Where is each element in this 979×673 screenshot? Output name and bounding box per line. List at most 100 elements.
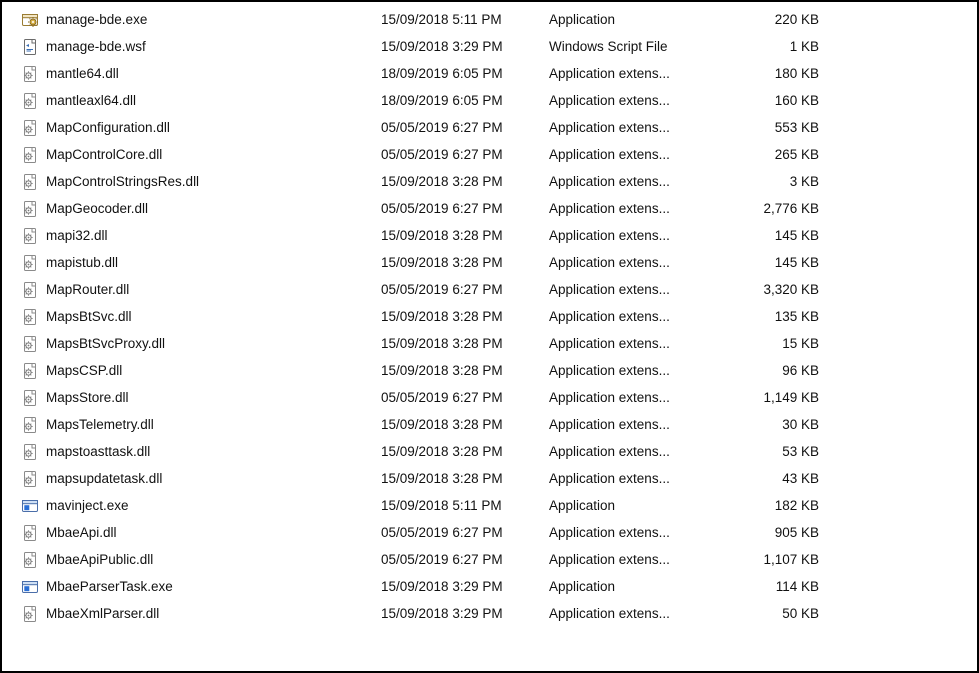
file-icon	[20, 92, 40, 110]
file-name[interactable]: MapsStore.dll	[40, 390, 381, 405]
file-type: Application extens...	[549, 174, 734, 189]
dll-file-icon	[22, 120, 38, 136]
file-icon	[20, 65, 40, 83]
dll-file-icon	[22, 606, 38, 622]
file-icon	[20, 551, 40, 569]
file-date-modified: 15/09/2018 3:28 PM	[381, 309, 549, 324]
file-row[interactable]: MapControlCore.dll05/05/2019 6:27 PMAppl…	[2, 141, 977, 168]
file-row[interactable]: mavinject.exe15/09/2018 5:11 PMApplicati…	[2, 492, 977, 519]
file-name[interactable]: manage-bde.wsf	[40, 39, 381, 54]
file-row[interactable]: MapsTelemetry.dll15/09/2018 3:28 PMAppli…	[2, 411, 977, 438]
file-name[interactable]: MapsCSP.dll	[40, 363, 381, 378]
file-name[interactable]: mapi32.dll	[40, 228, 381, 243]
file-name[interactable]: MapRouter.dll	[40, 282, 381, 297]
file-row[interactable]: mapi32.dll15/09/2018 3:28 PMApplication …	[2, 222, 977, 249]
file-name[interactable]: MbaeXmlParser.dll	[40, 606, 381, 621]
file-type: Application extens...	[549, 390, 734, 405]
file-icon	[20, 146, 40, 164]
file-row[interactable]: manage-bde.exe15/09/2018 5:11 PMApplicat…	[2, 6, 977, 33]
file-name[interactable]: MapsTelemetry.dll	[40, 417, 381, 432]
file-date-modified: 15/09/2018 3:28 PM	[381, 471, 549, 486]
dll-file-icon	[22, 228, 38, 244]
file-name[interactable]: MapsBtSvc.dll	[40, 309, 381, 324]
file-name[interactable]: MapConfiguration.dll	[40, 120, 381, 135]
file-name[interactable]: MapsBtSvcProxy.dll	[40, 336, 381, 351]
file-list-view[interactable]: manage-bde.exe15/09/2018 5:11 PMApplicat…	[0, 0, 979, 673]
file-size: 1,149 KB	[734, 390, 825, 405]
dll-file-icon	[22, 201, 38, 217]
file-type: Application extens...	[549, 336, 734, 351]
file-row[interactable]: MbaeApiPublic.dll05/05/2019 6:27 PMAppli…	[2, 546, 977, 573]
file-row[interactable]: MapConfiguration.dll05/05/2019 6:27 PMAp…	[2, 114, 977, 141]
file-size: 3,320 KB	[734, 282, 825, 297]
file-icon	[20, 335, 40, 353]
file-name[interactable]: MbaeApiPublic.dll	[40, 552, 381, 567]
file-date-modified: 05/05/2019 6:27 PM	[381, 525, 549, 540]
file-icon	[20, 389, 40, 407]
file-type: Application extens...	[549, 66, 734, 81]
file-date-modified: 15/09/2018 3:28 PM	[381, 363, 549, 378]
file-name[interactable]: mantle64.dll	[40, 66, 381, 81]
file-size: 145 KB	[734, 228, 825, 243]
file-icon	[20, 227, 40, 245]
file-name[interactable]: MbaeParserTask.exe	[40, 579, 381, 594]
file-row[interactable]: mantleaxl64.dll18/09/2019 6:05 PMApplica…	[2, 87, 977, 114]
file-icon	[20, 11, 40, 29]
file-type: Application extens...	[549, 444, 734, 459]
dll-file-icon	[22, 552, 38, 568]
file-row[interactable]: MapGeocoder.dll05/05/2019 6:27 PMApplica…	[2, 195, 977, 222]
file-size: 553 KB	[734, 120, 825, 135]
dll-file-icon	[22, 147, 38, 163]
file-name[interactable]: MapControlCore.dll	[40, 147, 381, 162]
file-date-modified: 05/05/2019 6:27 PM	[381, 147, 549, 162]
file-type: Application extens...	[549, 282, 734, 297]
dll-file-icon	[22, 66, 38, 82]
file-row[interactable]: MapsBtSvcProxy.dll15/09/2018 3:28 PMAppl…	[2, 330, 977, 357]
file-type: Application extens...	[549, 525, 734, 540]
file-date-modified: 15/09/2018 3:28 PM	[381, 444, 549, 459]
file-row[interactable]: MbaeApi.dll05/05/2019 6:27 PMApplication…	[2, 519, 977, 546]
file-row[interactable]: MapsCSP.dll15/09/2018 3:28 PMApplication…	[2, 357, 977, 384]
file-row[interactable]: MapControlStringsRes.dll15/09/2018 3:28 …	[2, 168, 977, 195]
file-row[interactable]: MapsBtSvc.dll15/09/2018 3:28 PMApplicati…	[2, 303, 977, 330]
file-row[interactable]: mapistub.dll15/09/2018 3:28 PMApplicatio…	[2, 249, 977, 276]
file-size: 182 KB	[734, 498, 825, 513]
file-row[interactable]: mapsupdatetask.dll15/09/2018 3:28 PMAppl…	[2, 465, 977, 492]
file-icon	[20, 200, 40, 218]
file-date-modified: 15/09/2018 3:28 PM	[381, 228, 549, 243]
file-name[interactable]: mavinject.exe	[40, 498, 381, 513]
file-date-modified: 15/09/2018 3:28 PM	[381, 417, 549, 432]
file-size: 135 KB	[734, 309, 825, 324]
file-date-modified: 05/05/2019 6:27 PM	[381, 552, 549, 567]
file-row[interactable]: manage-bde.wsf15/09/2018 3:29 PMWindows …	[2, 33, 977, 60]
file-name[interactable]: MbaeApi.dll	[40, 525, 381, 540]
file-name[interactable]: mapsupdatetask.dll	[40, 471, 381, 486]
file-date-modified: 05/05/2019 6:27 PM	[381, 390, 549, 405]
file-type: Windows Script File	[549, 39, 734, 54]
file-type: Application extens...	[549, 309, 734, 324]
file-name[interactable]: manage-bde.exe	[40, 12, 381, 27]
file-name[interactable]: MapControlStringsRes.dll	[40, 174, 381, 189]
file-name[interactable]: mantleaxl64.dll	[40, 93, 381, 108]
file-name[interactable]: MapGeocoder.dll	[40, 201, 381, 216]
file-date-modified: 15/09/2018 5:11 PM	[381, 498, 549, 513]
file-date-modified: 15/09/2018 3:28 PM	[381, 336, 549, 351]
file-row[interactable]: MapRouter.dll05/05/2019 6:27 PMApplicati…	[2, 276, 977, 303]
file-name[interactable]: mapistub.dll	[40, 255, 381, 270]
file-row[interactable]: MapsStore.dll05/05/2019 6:27 PMApplicati…	[2, 384, 977, 411]
file-size: 2,776 KB	[734, 201, 825, 216]
application-icon	[22, 579, 38, 595]
file-row[interactable]: mantle64.dll18/09/2019 6:05 PMApplicatio…	[2, 60, 977, 87]
file-row[interactable]: MbaeXmlParser.dll15/09/2018 3:29 PMAppli…	[2, 600, 977, 627]
file-name[interactable]: mapstoasttask.dll	[40, 444, 381, 459]
dll-file-icon	[22, 282, 38, 298]
file-row[interactable]: MbaeParserTask.exe15/09/2018 3:29 PMAppl…	[2, 573, 977, 600]
file-type: Application extens...	[549, 471, 734, 486]
file-size: 905 KB	[734, 525, 825, 540]
file-size: 15 KB	[734, 336, 825, 351]
file-date-modified: 18/09/2019 6:05 PM	[381, 66, 549, 81]
file-row[interactable]: mapstoasttask.dll15/09/2018 3:28 PMAppli…	[2, 438, 977, 465]
file-size: 1 KB	[734, 39, 825, 54]
file-date-modified: 15/09/2018 5:11 PM	[381, 12, 549, 27]
file-date-modified: 15/09/2018 3:29 PM	[381, 39, 549, 54]
